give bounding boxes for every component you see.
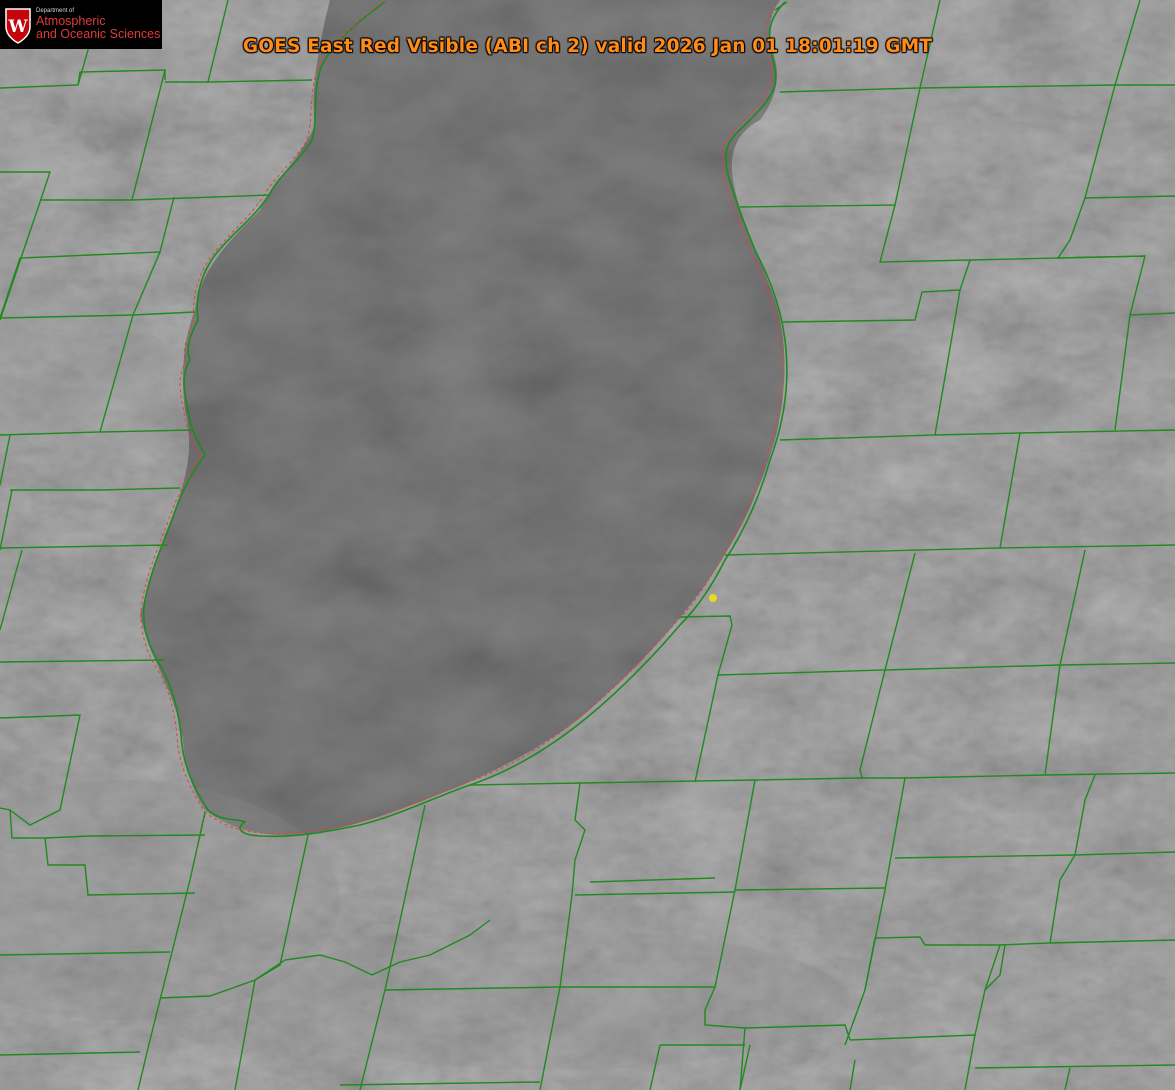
- point-marker: [709, 594, 717, 602]
- logo-line1: Atmospheric: [36, 13, 106, 28]
- image-title: GOES East Red Visible (ABI ch 2) valid 2…: [0, 36, 1175, 57]
- satellite-viewport: W Department of Atmospheric and Oceanic …: [0, 0, 1175, 1090]
- satellite-image: [0, 0, 1175, 1090]
- image-title-text: GOES East Red Visible (ABI ch 2) valid 2…: [242, 36, 933, 57]
- svg-text:W: W: [7, 17, 28, 37]
